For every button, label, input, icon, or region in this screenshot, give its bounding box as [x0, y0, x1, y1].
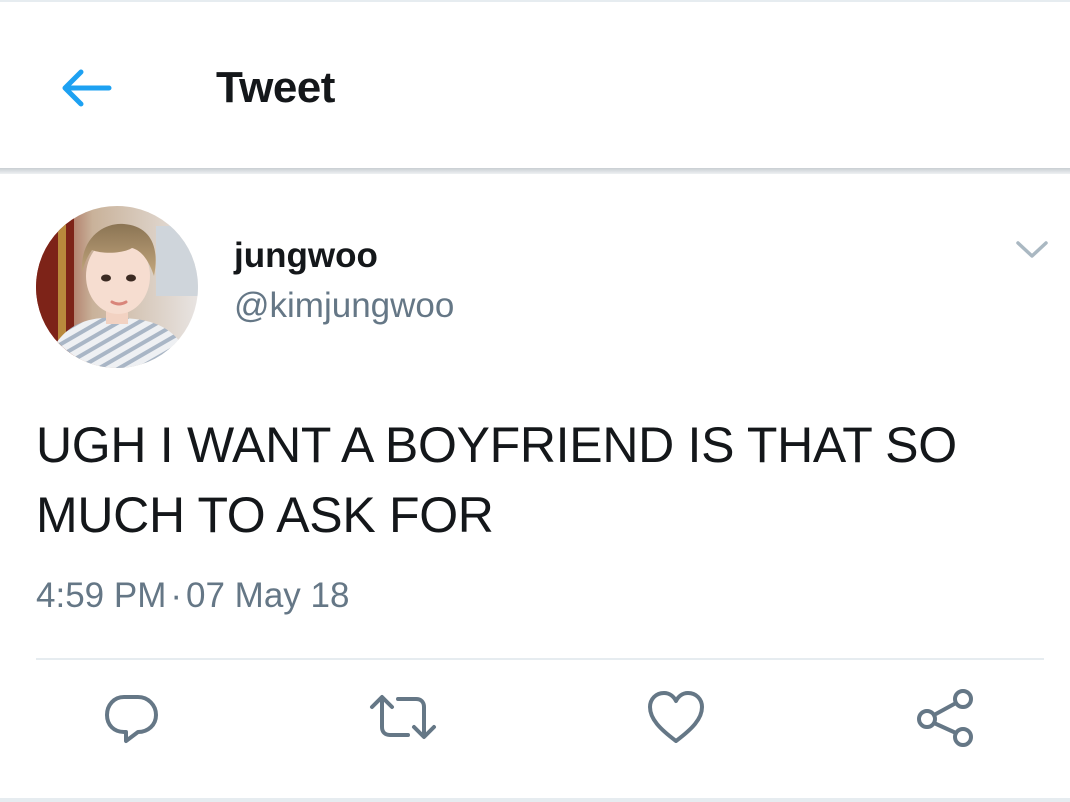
bottom-border — [0, 798, 1070, 802]
tweet-date: 07 May 18 — [186, 576, 350, 615]
tweet-time: 4:59 PM — [36, 576, 167, 615]
back-button[interactable] — [52, 60, 118, 116]
timestamp-separator: · — [170, 576, 183, 615]
author-handle[interactable]: @kimjungwoo — [234, 284, 454, 328]
like-icon — [648, 691, 704, 743]
avatar[interactable] — [36, 206, 198, 368]
chevron-down-icon — [1016, 241, 1048, 258]
tweet-menu-button[interactable] — [1008, 230, 1056, 270]
like-button[interactable] — [641, 682, 711, 752]
page-title: Tweet — [216, 63, 335, 112]
app-header: Tweet — [0, 2, 1070, 168]
arrow-left-icon — [62, 69, 112, 107]
reply-icon — [105, 695, 158, 743]
retweet-button[interactable] — [368, 682, 438, 752]
profile-photo — [36, 206, 198, 368]
reply-button[interactable] — [97, 682, 167, 752]
tweet-text-line: UGH I WANT A BOYFRIEND IS THAT SO — [36, 417, 957, 473]
tweet-text-line: MUCH TO ASK FOR — [36, 487, 494, 543]
share-button[interactable] — [910, 682, 980, 752]
share-icon — [917, 689, 973, 747]
tweet-timestamp: 4:59 PM · 07 May 18 — [36, 572, 349, 620]
tweet-actions — [0, 660, 1070, 770]
retweet-icon — [370, 695, 436, 739]
tweet-detail: jungwoo @kimjungwoo UGH I WANT A BOYFRIE… — [0, 174, 1070, 800]
tweet-text: UGH I WANT A BOYFRIEND IS THAT SO MUCH T… — [36, 410, 1046, 550]
author-display-name[interactable]: jungwoo — [234, 234, 378, 278]
